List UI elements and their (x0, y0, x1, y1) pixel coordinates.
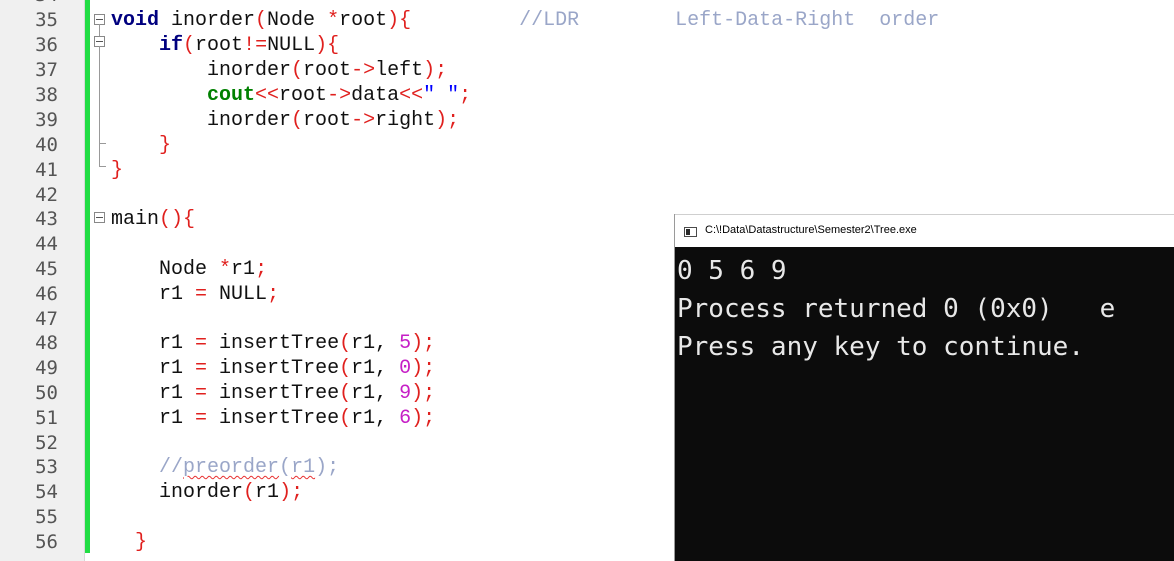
line-number: 44 (35, 233, 58, 255)
console-window[interactable]: C:\!Data\Datastructure\Semester2\Tree.ex… (674, 214, 1174, 561)
code-line: 38 cout<<root->data<<" "; (0, 83, 1174, 108)
console-app-icon (684, 227, 697, 237)
code-line: 40 } (0, 133, 1174, 158)
code-line: 37 inorder(root->left); (0, 58, 1174, 83)
line-number: 47 (35, 308, 58, 330)
code-line: 42 (0, 183, 1174, 208)
line-number: 41 (35, 159, 58, 181)
line-number: 50 (35, 382, 58, 404)
spellcheck-underline: preorder (183, 456, 280, 479)
code-line: 34 (0, 0, 1174, 8)
line-number: 54 (35, 481, 58, 503)
code-line: 41 } (0, 158, 1174, 183)
line-number: 55 (35, 506, 58, 528)
line-number: 56 (35, 531, 58, 553)
keyword: cout (207, 84, 256, 107)
line-number: 42 (35, 184, 58, 206)
line-number: 52 (35, 432, 58, 454)
comment: //LDR Left-Data-Right order (519, 9, 940, 32)
line-number: 48 (35, 332, 58, 354)
code-line: 35 void inorder(Node *root){ //LDR Left-… (0, 8, 1174, 33)
code-line: 39 inorder(root->right); (0, 108, 1174, 133)
line-number: 51 (35, 407, 58, 429)
line-number: 43 (35, 208, 58, 230)
string-literal: " " (423, 84, 460, 107)
line-number: 37 (35, 59, 58, 81)
console-titlebar[interactable]: C:\!Data\Datastructure\Semester2\Tree.ex… (675, 214, 1174, 247)
console-line: Press any key to continue. (677, 332, 1084, 362)
line-number: 40 (35, 134, 58, 156)
line-number: 53 (35, 456, 58, 478)
line-number: 49 (35, 357, 58, 379)
keyword: if (159, 34, 184, 57)
line-number: 45 (35, 258, 58, 280)
code-line: 36 if(root!=NULL){ (0, 33, 1174, 58)
console-line: Process returned 0 (0x0) e (677, 294, 1116, 324)
line-number: 36 (35, 34, 58, 56)
keyword: void (111, 9, 160, 32)
line-number: 35 (35, 9, 58, 31)
console-line: 0 5 6 9 (677, 256, 787, 286)
console-output[interactable]: 0 5 6 9 Process returned 0 (0x0) e Press… (677, 252, 1174, 557)
console-title: C:\!Data\Datastructure\Semester2\Tree.ex… (705, 224, 917, 236)
comment: //preorder(r1); (159, 456, 340, 479)
line-number: 39 (35, 109, 58, 131)
line-number: 38 (35, 84, 58, 106)
line-number: 46 (35, 283, 58, 305)
